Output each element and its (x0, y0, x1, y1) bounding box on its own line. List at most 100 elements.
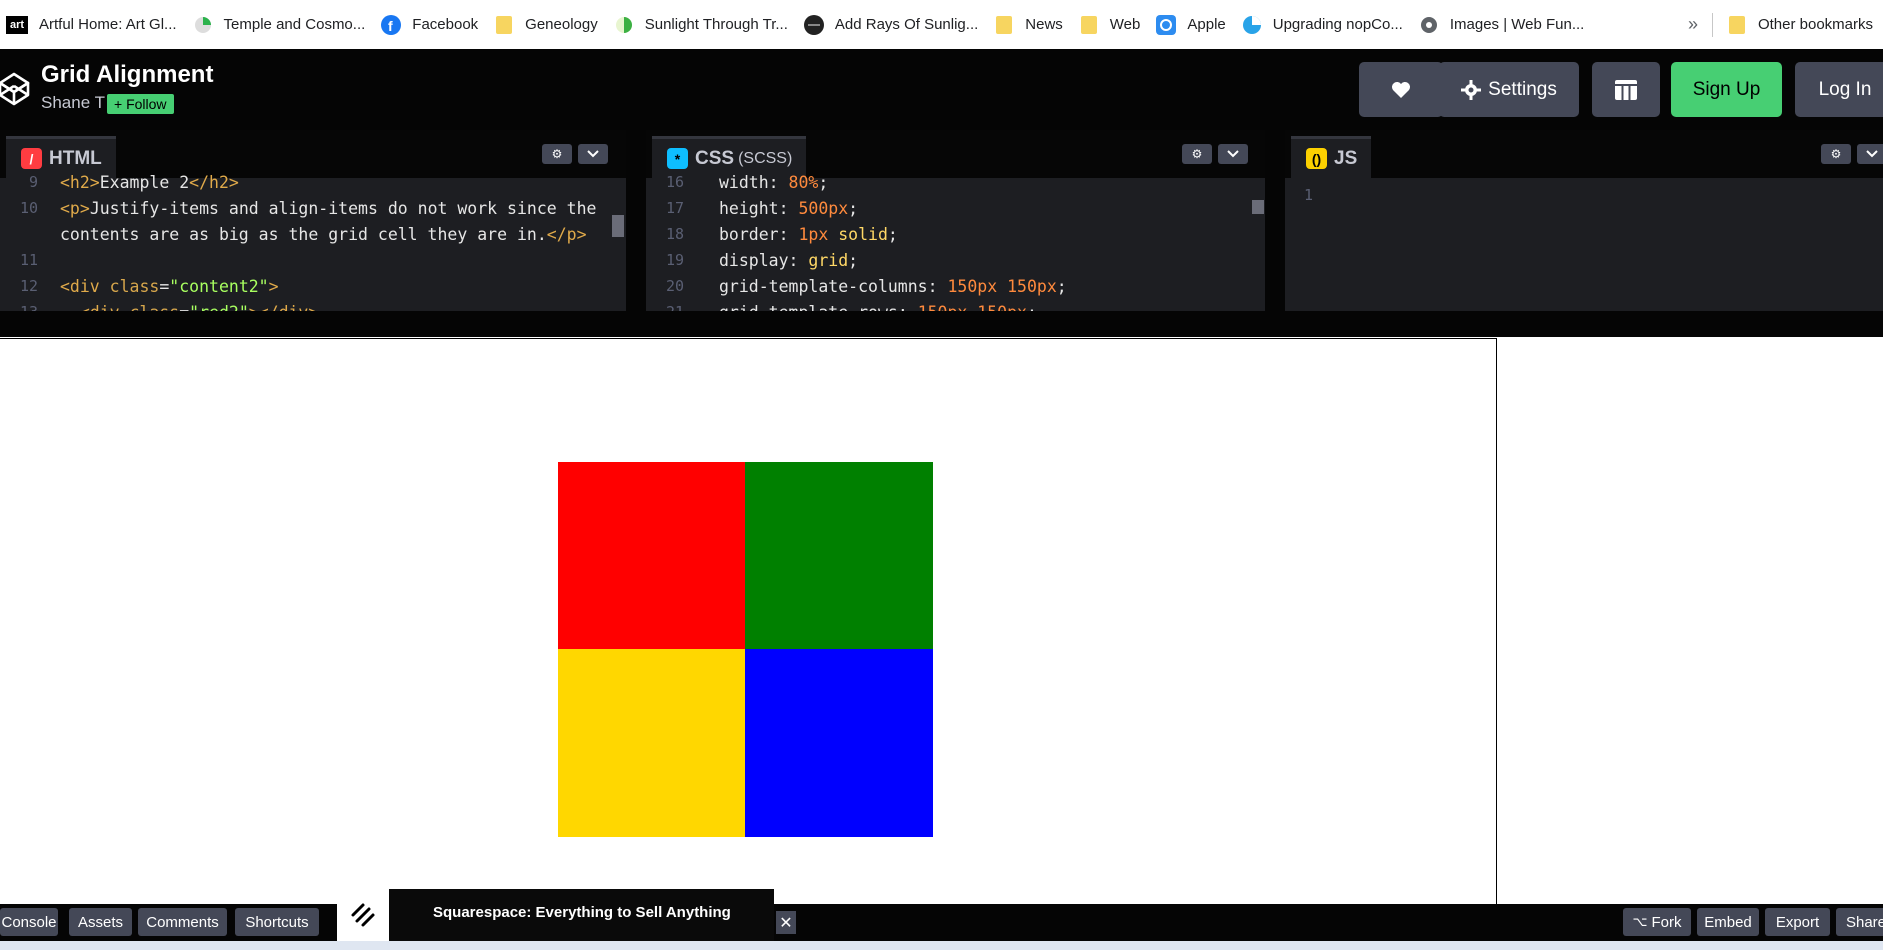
bookmark-label: Apple (1187, 16, 1226, 33)
log-in-button[interactable]: Log In (1795, 62, 1883, 117)
comments-button[interactable]: Comments (138, 908, 227, 936)
code-token: ></div> (249, 303, 319, 312)
dark-circle-icon (803, 14, 824, 35)
shortcuts-button[interactable]: Shortcuts (235, 908, 319, 936)
green-half-circle-icon (614, 15, 634, 35)
export-button[interactable]: Export (1765, 908, 1830, 936)
code-token: ; (887, 224, 898, 244)
bookmark-label: Other bookmarks (1757, 16, 1873, 33)
editors-area: / HTML ⚙ 9 <h2>Example 2</h2> 10 <p>Justify… (0, 130, 1883, 311)
bookmark-facebook[interactable]: f Facebook (375, 0, 488, 49)
layout-button[interactable] (1592, 62, 1660, 117)
bookmark-news[interactable]: News (988, 0, 1073, 49)
code-text: height: 500px; (719, 199, 858, 218)
bookmark-nopcommerce[interactable]: Upgrading nopCo... (1236, 0, 1413, 49)
tab-js[interactable]: () JS (1291, 136, 1372, 178)
editor-settings-button[interactable]: ⚙ (1182, 144, 1212, 164)
bookmark-add-rays[interactable]: Add Rays Of Sunlig... (798, 0, 988, 49)
code-token: "red2" (189, 303, 249, 312)
sign-up-button[interactable]: Sign Up (1671, 62, 1782, 117)
bookmarks-overflow-button[interactable]: » (1678, 14, 1708, 35)
yellow-cell (558, 649, 746, 837)
bookmark-images-web[interactable]: Images | Web Fun... (1413, 0, 1595, 49)
editor-divider[interactable] (1265, 130, 1285, 311)
editor-collapse-button[interactable] (578, 144, 608, 164)
bookmark-artful-home[interactable]: art Artful Home: Art Gl... (0, 0, 187, 49)
code-text: <h2>Example 2</h2> (60, 173, 239, 192)
editor-header: / HTML ⚙ (0, 130, 626, 178)
code-token: grid-template-columns (719, 276, 928, 296)
code-token: ; (848, 198, 859, 218)
bookmark-geneology[interactable]: Geneology (488, 0, 608, 49)
code-text: grid-template-rows: 150px 150px; (719, 303, 1037, 312)
bookmark-sunlight[interactable]: Sunlight Through Tr... (608, 0, 798, 49)
editor-divider[interactable] (626, 130, 646, 311)
code-token: "content2" (169, 276, 269, 296)
editor-collapse-button[interactable] (1857, 144, 1883, 164)
line-number: 16 (665, 173, 684, 191)
editor-collapse-button[interactable] (1218, 144, 1248, 164)
like-button[interactable] (1359, 62, 1443, 117)
bookmark-apple[interactable]: Apple (1150, 0, 1235, 49)
squarespace-logo-icon (337, 889, 389, 941)
blue-cell (745, 649, 933, 837)
ad-banner[interactable]: Squarespace: Everything to Sell Anything (337, 889, 774, 941)
bookmark-web[interactable]: Web (1073, 0, 1151, 49)
codepen-logo-icon[interactable] (0, 69, 32, 109)
layout-grid-icon (1615, 79, 1637, 100)
code-token: 500px (798, 198, 849, 218)
line-number: 9 (28, 173, 38, 191)
js-editor[interactable]: () JS ⚙ 1 (1285, 130, 1883, 311)
gear-icon: ⚙ (1191, 147, 1203, 161)
facebook-icon: f (381, 14, 402, 35)
bookmark-temple-cosmos[interactable]: Temple and Cosmo... (187, 0, 376, 49)
bookmark-label: Add Rays Of Sunlig... (834, 16, 979, 33)
green-cell (745, 462, 933, 650)
code-token: : (927, 276, 948, 296)
js-braces-icon: () (1306, 148, 1327, 169)
code-token: = (179, 303, 189, 312)
console-button[interactable]: Console (0, 908, 58, 936)
tab-label: JS (1334, 147, 1358, 169)
settings-button[interactable]: Settings (1439, 62, 1579, 117)
css-code-area[interactable]: 16 width: 80%; 17 height: 500px; 18 border: 1… (646, 173, 1265, 312)
folder-icon (1727, 15, 1747, 35)
close-icon[interactable]: ✕ (776, 911, 796, 934)
assets-button[interactable]: Assets (69, 908, 132, 936)
preview-resize-bar[interactable] (0, 311, 1883, 337)
js-code-area[interactable]: 1 (1285, 178, 1883, 311)
pen-title[interactable]: Grid Alignment (41, 61, 213, 89)
code-token: <p> (60, 198, 90, 218)
editor-settings-button[interactable]: ⚙ (542, 144, 572, 164)
bookmark-label: Facebook (412, 16, 479, 33)
html-editor[interactable]: / HTML ⚙ 9 <h2>Example 2</h2> 10 <p>Justify… (0, 130, 626, 311)
code-token: width (719, 172, 769, 192)
html-code-area[interactable]: 9 <h2>Example 2</h2> 10 <p>Justify-items an… (0, 173, 626, 312)
line-number: 19 (665, 251, 684, 269)
code-token: <h2> (60, 172, 100, 192)
preview-pane[interactable] (0, 337, 1883, 905)
share-button[interactable]: Share (1836, 908, 1883, 936)
code-token: 150px 150px (918, 303, 1027, 312)
scrollbar-thumb[interactable] (612, 215, 624, 237)
bookmark-label: Geneology (525, 16, 598, 33)
editor-header: () JS ⚙ (1285, 130, 1883, 178)
css-editor[interactable]: * CSS (SCSS) ⚙ 16 width: 80%; 17 height: 50… (646, 130, 1265, 311)
code-token: grid (808, 250, 849, 270)
bookmark-label: Temple and Cosmo... (223, 16, 366, 33)
code-token: : (898, 303, 918, 312)
editor-settings-button[interactable]: ⚙ (1821, 144, 1851, 164)
pen-author[interactable]: Shane T (41, 93, 105, 113)
follow-button[interactable]: + Follow (107, 94, 174, 114)
embed-button[interactable]: Embed (1697, 908, 1759, 936)
fork-button[interactable]: ⌥ Fork (1623, 908, 1691, 936)
folder-icon (994, 15, 1014, 35)
code-text: contents are as big as the grid cell the… (60, 225, 587, 244)
code-token: 80% (788, 172, 819, 192)
gear-icon: ⚙ (551, 147, 563, 161)
other-bookmarks[interactable]: Other bookmarks (1721, 0, 1883, 49)
scrollbar-thumb[interactable] (1252, 200, 1264, 214)
gear-icon (1461, 79, 1482, 100)
code-token: border (719, 224, 779, 244)
tab-label: HTML (49, 147, 102, 169)
